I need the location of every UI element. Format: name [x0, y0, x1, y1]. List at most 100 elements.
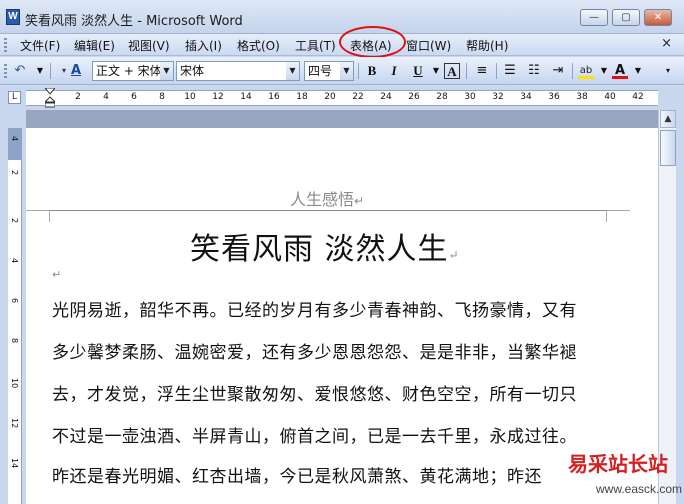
styles-icon[interactable]: A [68, 63, 84, 79]
vruler-number: 12 [10, 418, 19, 429]
page-header[interactable]: 人生感悟↵ [290, 186, 364, 210]
vertical-ruler-margin [8, 128, 22, 160]
bullet-list-icon[interactable]: ☷ [526, 63, 542, 79]
indent-marker-icon[interactable] [45, 88, 55, 108]
ruler-number: 24 [380, 92, 392, 102]
formatting-toolbar: ↶ ▼ ▾ A 正文 + 宋体 ▼ 宋体 ▼ 四号 ▼ B I U ▼ A ≡ … [0, 57, 684, 85]
body-text-line[interactable]: 不过是一壶浊酒、半屏青山，俯首之间，已是一去千里，永成过往。 [52, 422, 577, 447]
font-size-value: 四号 [308, 64, 333, 78]
ruler-number: 18 [296, 92, 308, 102]
ruler-number: 8 [159, 92, 165, 102]
chevron-down-icon[interactable]: ▼ [160, 62, 173, 80]
toolbar-separator [358, 63, 359, 79]
body-text-line[interactable]: 多少馨梦柔肠、温婉密爱，还有多少恩恩怨怨、是是非非，当繁华褪 [52, 338, 577, 363]
italic-button[interactable]: I [386, 63, 402, 79]
watermark-url: www.easck.com [596, 482, 683, 496]
ruler-number: 2 [75, 92, 81, 102]
font-select[interactable]: 宋体 ▼ [176, 61, 300, 81]
page-top-margin [26, 110, 658, 128]
character-border-button[interactable]: A [444, 63, 460, 79]
ruler-number: 42 [632, 92, 644, 102]
toolbar-separator [50, 63, 51, 79]
paragraph-mark: ↵ [354, 194, 365, 208]
align-justify-icon[interactable]: ≡ [474, 63, 490, 79]
highlight-icon[interactable]: ab [578, 63, 594, 79]
ruler-number: 38 [576, 92, 588, 102]
underline-button[interactable]: U [410, 63, 426, 79]
toolbar-separator [466, 63, 467, 79]
body-text-line[interactable]: 昨还是春光明媚、红杏出墙，今已是秋风萧煞、黄花满地；昨还 [52, 462, 542, 487]
style-select[interactable]: 正文 + 宋体 ▼ [92, 61, 174, 81]
menu-insert[interactable]: 插入(I) [185, 37, 222, 54]
menu-window[interactable]: 窗口(W) [406, 37, 451, 54]
underline-dropdown-icon[interactable]: ▼ [428, 63, 444, 79]
undo-icon[interactable]: ↶ [12, 63, 28, 79]
menu-tools[interactable]: 工具(T) [295, 37, 336, 54]
tab-selector[interactable]: L [8, 91, 21, 104]
horizontal-ruler-area: L 2 4 6 8 10 12 14 16 18 20 22 24 26 28 … [0, 86, 684, 110]
font-color-icon[interactable]: A [612, 63, 628, 79]
ruler-number: 10 [184, 92, 196, 102]
ruler-number: 26 [408, 92, 420, 102]
table-menu-highlight-circle [339, 26, 406, 58]
close-document-button[interactable]: × [661, 36, 672, 51]
vruler-number: 2 [10, 170, 19, 176]
toolbar-grip-icon[interactable] [4, 38, 7, 52]
watermark-text: 易采站长站 [568, 452, 668, 476]
toolbar-options-icon[interactable]: ▾ [660, 63, 676, 79]
body-text-line[interactable]: 光阴易逝，韶华不再。已经的岁月有多少青春神韵、飞扬豪情，又有 [52, 296, 577, 321]
ruler-number: 36 [548, 92, 560, 102]
ruler-number: 6 [131, 92, 137, 102]
undo-dropdown-icon[interactable]: ▼ [32, 63, 48, 79]
highlight-dropdown-icon[interactable]: ▼ [596, 63, 612, 79]
minimize-button[interactable]: — [580, 9, 608, 26]
vruler-number: 4 [10, 136, 19, 142]
paragraph-mark: ↵ [52, 268, 62, 281]
ruler-number: 40 [604, 92, 616, 102]
vruler-number: 4 [10, 258, 19, 264]
paragraph-mark: ↵ [448, 248, 460, 262]
vruler-number: 2 [10, 218, 19, 224]
title-bar: W 笑看风雨 淡然人生 - Microsoft Word — ▢ ✕ [0, 0, 684, 34]
vruler-number: 8 [10, 338, 19, 344]
ruler-number: 14 [240, 92, 252, 102]
menu-view[interactable]: 视图(V) [128, 37, 170, 54]
vruler-number: 10 [10, 378, 19, 389]
vertical-ruler[interactable]: 4 2 2 4 6 8 10 12 14 [8, 128, 22, 504]
site-watermark: 易采站长站 www.easck.com [560, 444, 684, 504]
margin-corner-mark [606, 210, 630, 222]
font-size-select[interactable]: 四号 ▼ [304, 61, 354, 81]
body-text-line[interactable]: 去，才发觉，浮生尘世聚散匆匆、爱恨悠悠、财色空空，所有一切只 [52, 380, 577, 405]
horizontal-ruler[interactable]: 2 4 6 8 10 12 14 16 18 20 22 24 26 28 30… [26, 90, 658, 106]
ruler-number: 16 [268, 92, 280, 102]
increase-indent-icon[interactable]: ⇥ [550, 63, 566, 79]
ruler-number: 32 [492, 92, 504, 102]
ruler-number: 34 [520, 92, 532, 102]
bold-button[interactable]: B [364, 63, 380, 79]
numbered-list-icon[interactable]: ☰ [502, 63, 518, 79]
document-title[interactable]: 笑看风雨 淡然人生↵ [190, 224, 460, 268]
header-rule [50, 210, 630, 211]
toolbar-separator [496, 63, 497, 79]
vruler-number: 14 [10, 458, 19, 469]
ruler-number: 20 [324, 92, 336, 102]
menu-file[interactable]: 文件(F) [20, 37, 60, 54]
ruler-number: 28 [436, 92, 448, 102]
ruler-number: 4 [103, 92, 109, 102]
chevron-down-icon[interactable]: ▼ [340, 62, 353, 80]
chevron-down-icon[interactable]: ▼ [286, 62, 299, 80]
toolbar-grip-icon[interactable] [4, 64, 7, 78]
word-app-icon[interactable]: W [6, 9, 20, 25]
ruler-number: 22 [352, 92, 364, 102]
toolbar-separator [572, 63, 573, 79]
menu-edit[interactable]: 编辑(E) [74, 37, 115, 54]
restore-button[interactable]: ▢ [612, 9, 640, 26]
menu-format[interactable]: 格式(O) [237, 37, 280, 54]
font-color-dropdown-icon[interactable]: ▼ [630, 63, 646, 79]
close-button[interactable]: ✕ [644, 9, 672, 26]
ruler-number: 30 [464, 92, 476, 102]
scroll-up-icon[interactable]: ▲ [660, 110, 676, 128]
menu-help[interactable]: 帮助(H) [466, 37, 508, 54]
scrollbar-thumb[interactable] [660, 130, 676, 166]
margin-corner-mark [26, 210, 50, 222]
